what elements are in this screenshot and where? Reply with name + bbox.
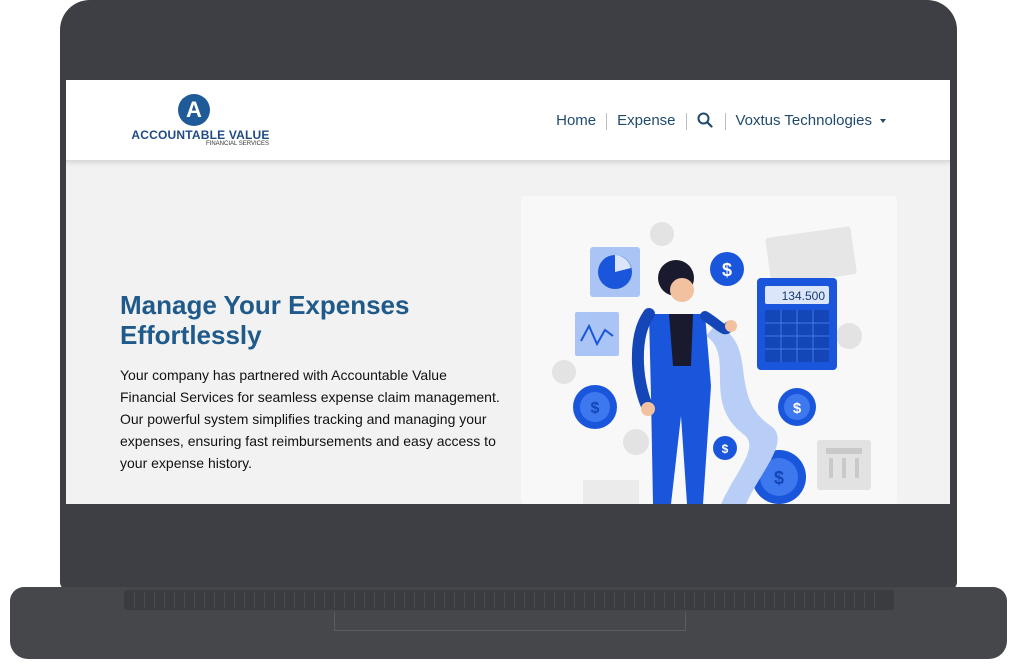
nav-expense[interactable]: Expense <box>607 112 685 130</box>
navbar: A ACCOUNTABLE VALUE FINANCIAL SERVICES H… <box>66 80 950 162</box>
search-icon-graphic <box>697 112 713 128</box>
svg-text:$: $ <box>793 400 802 417</box>
svg-text:$: $ <box>722 442 729 456</box>
svg-text:$: $ <box>591 400 600 417</box>
main-nav: Home Expense Voxtus Technologies <box>546 112 896 130</box>
laptop-trackpad <box>334 612 686 631</box>
expense-illustration: $ $ $ $ $ 134.500 <box>521 196 897 504</box>
logo-name: ACCOUNTABLE VALUE <box>131 128 270 142</box>
logo-tagline: FINANCIAL SERVICES <box>206 141 270 147</box>
svg-text:$: $ <box>722 260 732 280</box>
company-dropdown[interactable]: Voxtus Technologies <box>726 112 897 130</box>
svg-text:$: $ <box>774 468 784 488</box>
search-icon[interactable] <box>687 112 725 130</box>
nav-home[interactable]: Home <box>546 112 606 130</box>
laptop-screen: A ACCOUNTABLE VALUE FINANCIAL SERVICES H… <box>66 80 950 504</box>
brand-logo[interactable]: A ACCOUNTABLE VALUE FINANCIAL SERVICES <box>128 94 273 150</box>
company-name: Voxtus Technologies <box>735 112 873 129</box>
calculator-display: 134.500 <box>782 289 826 303</box>
illustration-graphic: $ $ $ $ $ 134.500 <box>552 222 871 504</box>
hero-title: Manage Your Expenses Effortlessly <box>120 290 410 350</box>
laptop-keyboard <box>124 590 894 610</box>
logo-mark-icon: A <box>178 94 210 126</box>
chevron-down-icon <box>880 119 886 124</box>
keyboard-keys <box>134 592 884 608</box>
hero-description: Your company has partnered with Accounta… <box>120 367 500 471</box>
